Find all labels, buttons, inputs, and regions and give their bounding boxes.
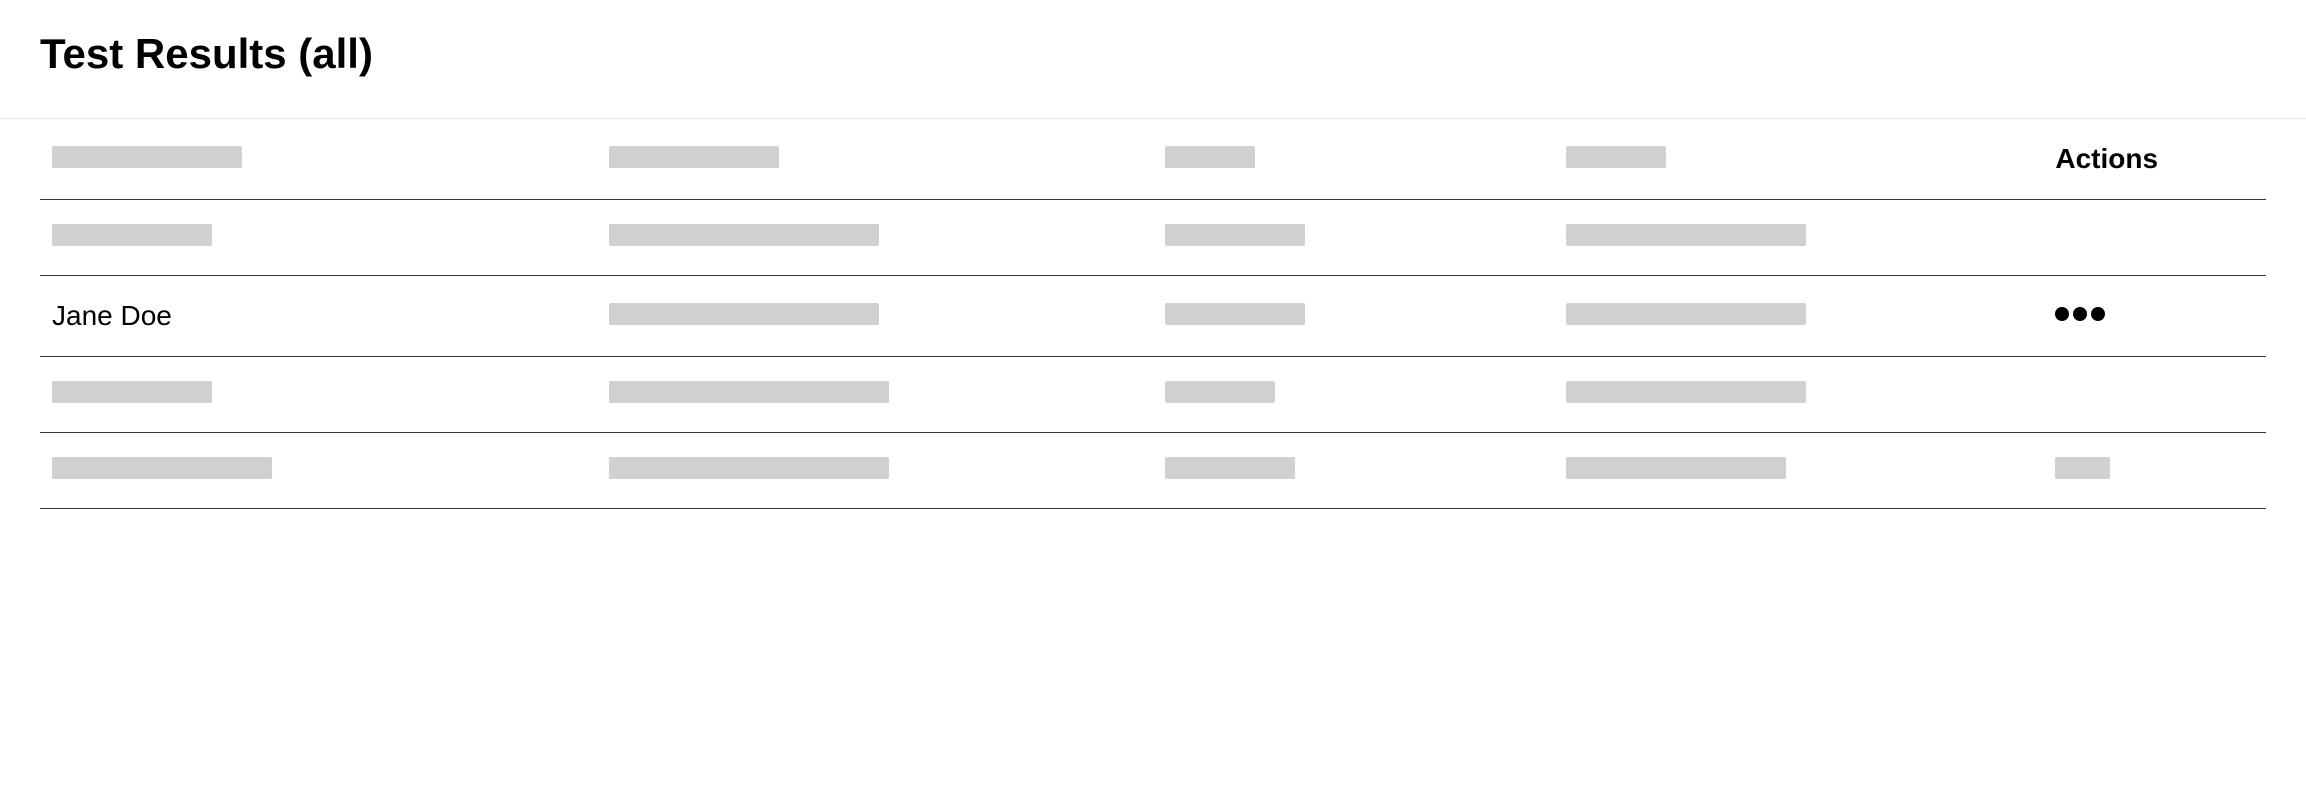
cell-placeholder bbox=[1153, 200, 1554, 276]
skeleton-placeholder bbox=[609, 381, 889, 403]
results-table-container: Actions J bbox=[0, 119, 2306, 509]
skeleton-placeholder bbox=[609, 457, 889, 479]
cell-placeholder bbox=[1153, 276, 1554, 357]
results-table: Actions J bbox=[40, 119, 2266, 509]
skeleton-placeholder bbox=[609, 146, 779, 168]
cell-placeholder bbox=[597, 433, 1154, 509]
cell-name: Jane Doe bbox=[40, 276, 597, 357]
column-header-placeholder bbox=[1153, 119, 1554, 200]
skeleton-placeholder bbox=[1165, 303, 1305, 325]
skeleton-placeholder bbox=[52, 381, 212, 403]
cell-placeholder bbox=[1554, 433, 2044, 509]
column-header-placeholder bbox=[1554, 119, 2044, 200]
skeleton-placeholder bbox=[52, 457, 272, 479]
actions-header-label: Actions bbox=[2055, 143, 2158, 174]
skeleton-placeholder bbox=[1566, 457, 1786, 479]
skeleton-placeholder bbox=[609, 303, 879, 325]
cell-placeholder bbox=[40, 200, 597, 276]
table-row: Jane Doe bbox=[40, 276, 2266, 357]
cell-actions bbox=[2043, 200, 2266, 276]
skeleton-placeholder bbox=[52, 224, 212, 246]
page-header: Test Results (all) bbox=[0, 0, 2306, 118]
cell-placeholder bbox=[1554, 200, 2044, 276]
cell-placeholder bbox=[1554, 357, 2044, 433]
skeleton-placeholder bbox=[1165, 146, 1255, 168]
cell-placeholder bbox=[597, 276, 1154, 357]
skeleton-placeholder bbox=[1566, 303, 1806, 325]
cell-actions bbox=[2043, 433, 2266, 509]
skeleton-placeholder bbox=[2055, 457, 2110, 479]
cell-actions bbox=[2043, 276, 2266, 357]
cell-placeholder bbox=[597, 357, 1154, 433]
more-actions-icon[interactable] bbox=[2055, 307, 2105, 321]
skeleton-placeholder bbox=[1165, 224, 1305, 246]
cell-placeholder bbox=[40, 433, 597, 509]
cell-placeholder bbox=[597, 200, 1154, 276]
cell-placeholder bbox=[1153, 357, 1554, 433]
skeleton-placeholder bbox=[1165, 457, 1295, 479]
table-row bbox=[40, 433, 2266, 509]
table-row bbox=[40, 200, 2266, 276]
column-header-actions: Actions bbox=[2043, 119, 2266, 200]
skeleton-placeholder bbox=[52, 146, 242, 168]
cell-placeholder bbox=[1554, 276, 2044, 357]
cell-placeholder bbox=[1153, 433, 1554, 509]
cell-actions bbox=[2043, 357, 2266, 433]
skeleton-placeholder bbox=[609, 224, 879, 246]
cell-placeholder bbox=[40, 357, 597, 433]
skeleton-placeholder bbox=[1566, 224, 1806, 246]
skeleton-placeholder bbox=[1566, 381, 1806, 403]
name-text: Jane Doe bbox=[52, 300, 172, 331]
skeleton-placeholder bbox=[1165, 381, 1275, 403]
skeleton-placeholder bbox=[1566, 146, 1666, 168]
table-row bbox=[40, 357, 2266, 433]
column-header-placeholder bbox=[40, 119, 597, 200]
column-header-placeholder bbox=[597, 119, 1154, 200]
page-title: Test Results (all) bbox=[40, 30, 2266, 78]
table-header-row: Actions bbox=[40, 119, 2266, 200]
